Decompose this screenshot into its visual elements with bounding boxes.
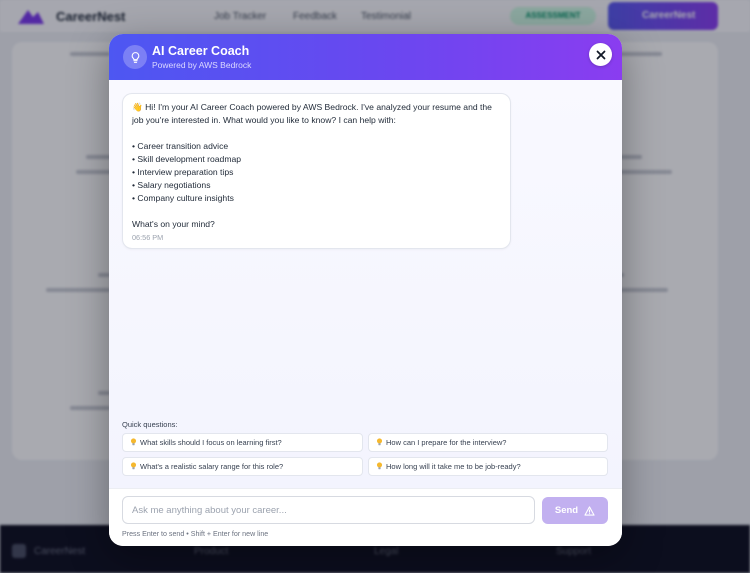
message-line: • Skill development roadmap [132,154,242,164]
quick-question-button[interactable]: How long will it take me to be job-ready… [368,457,608,476]
modal-title: AI Career Coach [152,44,250,58]
chat-input[interactable] [122,496,535,524]
message-line: 👋 Hi! I'm your AI Career Coach powered b… [132,102,492,112]
message-line: • Company culture insights [132,193,234,203]
quick-questions-label: Quick questions: [122,420,178,429]
quick-question-label: What skills should I focus on learning f… [140,438,282,447]
lightbulb-icon [123,45,147,69]
message-line: • Salary negotiations [132,180,211,190]
assistant-message-bubble: 👋 Hi! I'm your AI Career Coach powered b… [122,93,511,249]
quick-question-button[interactable]: How can I prepare for the interview? [368,433,608,452]
message-line: • Interview preparation tips [132,167,234,177]
send-button-label: Send [554,505,579,516]
quick-question-label: How can I prepare for the interview? [386,438,507,447]
modal-header: AI Career Coach Powered by AWS Bedrock [109,34,622,80]
warning-icon [584,505,595,516]
modal-subtitle: Powered by AWS Bedrock [152,60,252,70]
message-line: • Career transition advice [132,141,229,151]
lightbulb-icon [376,438,383,446]
quick-question-label: How long will it take me to be job-ready… [386,462,521,471]
close-icon [596,50,605,59]
quick-question-label: What's a realistic salary range for this… [140,462,284,471]
lightbulb-icon [130,462,137,470]
send-button[interactable]: Send [542,497,608,524]
ai-career-coach-modal: AI Career Coach Powered by AWS Bedrock 👋… [109,34,622,546]
lightbulb-icon [376,462,383,470]
quick-question-button[interactable]: What's a realistic salary range for this… [122,457,363,476]
close-button[interactable] [589,43,612,66]
lightbulb-icon [130,438,137,446]
message-line: What's on your mind? [132,219,215,229]
message-timestamp: 06:56 PM [132,233,164,242]
message-line: job you're interested in. What would you… [132,115,396,125]
composer-hint: Press Enter to send • Shift + Enter for … [122,530,269,538]
quick-question-button[interactable]: What skills should I focus on learning f… [122,433,363,452]
chat-messages-area[interactable]: 👋 Hi! I'm your AI Career Coach powered b… [109,80,622,488]
chat-composer: Send Press Enter to send • Shift + Enter… [109,488,622,546]
